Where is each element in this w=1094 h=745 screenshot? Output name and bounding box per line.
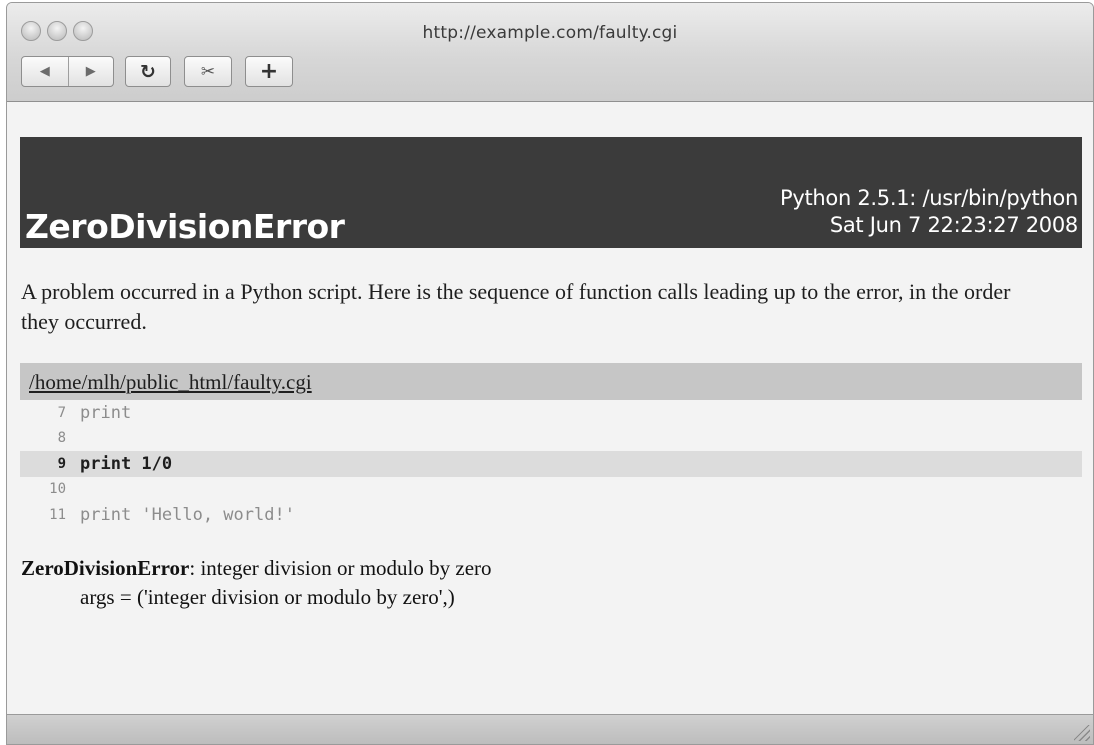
- code-line: 11 print 'Hello, world!': [20, 502, 1082, 528]
- line-code: print: [80, 402, 132, 423]
- scissors-icon: ✂: [200, 61, 216, 82]
- error-meta: Python 2.5.1: /usr/bin/python Sat Jun 7 …: [780, 185, 1078, 239]
- page-content: ZeroDivisionError Python 2.5.1: /usr/bin…: [7, 102, 1093, 716]
- line-code: print 1/0: [80, 453, 173, 474]
- error-args: args = ('integer division or modulo by z…: [80, 585, 455, 609]
- code-listing: 7 print 8 9 print 1/0 10 11 print 'Hello…: [20, 400, 1082, 528]
- line-number: 10: [49, 481, 66, 498]
- title-bar: http://example.com/faulty.cgi ◀ ▶ ↻ ✂ +: [7, 3, 1093, 102]
- file-link[interactable]: /home/mlh/public_html/faulty.cgi: [29, 370, 312, 395]
- line-number: 11: [49, 506, 66, 523]
- error-summary: ZeroDivisionError: integer division or m…: [21, 554, 492, 612]
- window-title: http://example.com/faulty.cgi: [422, 23, 678, 43]
- plus-icon: +: [259, 59, 279, 84]
- forward-arrow-icon: ▶: [85, 64, 96, 79]
- back-forward-group: ◀ ▶: [21, 56, 114, 87]
- forward-button[interactable]: ▶: [67, 57, 114, 86]
- intro-text: A problem occurred in a Python script. H…: [21, 279, 1011, 334]
- reload-button[interactable]: ↻: [125, 56, 171, 87]
- resize-grip-icon[interactable]: [1074, 725, 1090, 741]
- code-line: 7 print: [20, 400, 1082, 426]
- error-title: ZeroDivisionError: [25, 207, 345, 246]
- back-arrow-icon: ◀: [39, 64, 50, 79]
- frame-file-header: /home/mlh/public_html/faulty.cgi: [20, 363, 1082, 400]
- error-banner: ZeroDivisionError Python 2.5.1: /usr/bin…: [20, 137, 1082, 248]
- code-line: 10: [20, 477, 1082, 503]
- python-info: Python 2.5.1: /usr/bin/python: [780, 186, 1078, 210]
- error-name: ZeroDivisionError: [21, 556, 190, 580]
- browser-window: http://example.com/faulty.cgi ◀ ▶ ↻ ✂ + …: [6, 2, 1094, 745]
- error-line: ZeroDivisionError: integer division or m…: [21, 554, 492, 583]
- line-code: print 'Hello, world!': [80, 504, 295, 525]
- status-bar: [7, 714, 1093, 744]
- error-timestamp: Sat Jun 7 22:23:27 2008: [829, 213, 1078, 237]
- line-number: 7: [57, 404, 66, 421]
- add-bookmark-button[interactable]: +: [245, 56, 293, 87]
- web-clip-button[interactable]: ✂: [184, 56, 232, 87]
- back-button[interactable]: ◀: [22, 57, 68, 86]
- error-message: : integer division or modulo by zero: [189, 556, 492, 580]
- line-number: 9: [57, 455, 66, 472]
- code-line-highlighted: 9 print 1/0: [20, 451, 1082, 477]
- line-number: 8: [57, 430, 66, 447]
- reload-icon: ↻: [140, 60, 156, 83]
- code-line: 8: [20, 426, 1082, 452]
